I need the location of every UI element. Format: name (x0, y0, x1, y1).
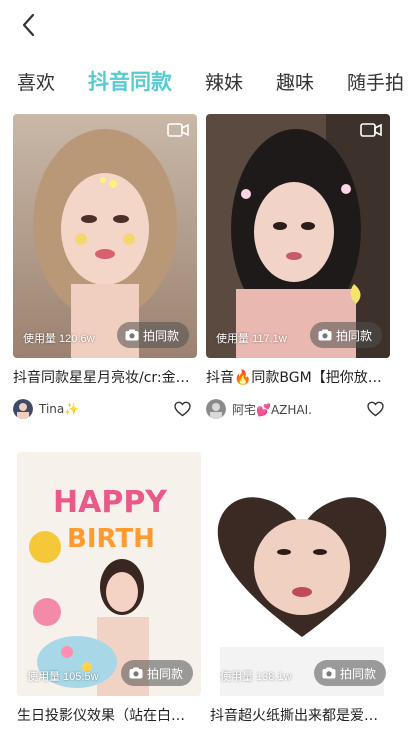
tab-fun[interactable]: 趣味 (276, 68, 314, 95)
card-title[interactable]: 抖音超火纸撕出来都是爱你… (210, 706, 390, 726)
author-name[interactable]: Tina✨ (39, 402, 79, 416)
card-title[interactable]: 抖音同款星星月亮妆/cr:金… (13, 368, 193, 388)
usage-count: 使用量 105.5w (27, 671, 99, 683)
video-thumbnail[interactable]: 使用量 120.6w 拍同款 (13, 114, 197, 358)
template-card[interactable]: 使用量 138.1w 拍同款 抖音超火纸撕出来都是爱你… (210, 452, 394, 726)
camera-icon (129, 667, 143, 679)
card-title[interactable]: 抖音🔥同款BGM【把你放… (206, 368, 386, 388)
template-card[interactable]: 使用量 117.1w 拍同款 抖音🔥同款BGM【把你放… 阿宅💕AZHAI. (206, 114, 390, 420)
tab-snapshot[interactable]: 随手拍 (347, 68, 404, 95)
video-camera-icon (167, 123, 189, 137)
shoot-same-label: 拍同款 (335, 328, 372, 343)
avatar[interactable] (206, 399, 226, 419)
shoot-same-button[interactable]: 拍同款 (309, 322, 382, 348)
top-bar (0, 0, 412, 52)
video-thumbnail[interactable]: 使用量 117.1w 拍同款 (206, 114, 390, 358)
tab-hot-girls[interactable]: 辣妹 (205, 68, 243, 95)
usage-count: 使用量 138.1w (220, 671, 292, 683)
category-tabs: 喜欢 抖音同款 辣妹 趣味 随手拍 (0, 60, 412, 104)
usage-count: 使用量 120.6w (23, 333, 95, 345)
shoot-same-label: 拍同款 (339, 666, 376, 681)
svg-text:BIRTH: BIRTH (67, 524, 155, 554)
svg-text:HAPPY: HAPPY (53, 485, 168, 520)
video-camera-icon (360, 123, 382, 137)
tab-likes[interactable]: 喜欢 (17, 68, 55, 95)
heart-icon[interactable] (174, 401, 191, 417)
camera-icon (322, 667, 336, 679)
usage-count: 使用量 117.1w (216, 333, 287, 345)
camera-icon (125, 329, 139, 341)
shoot-same-button[interactable]: 拍同款 (116, 322, 189, 348)
shoot-same-button[interactable]: 拍同款 (313, 660, 386, 686)
back-button[interactable] (14, 10, 44, 40)
card-meta: Tina✨ (13, 398, 197, 420)
shoot-same-label: 拍同款 (142, 328, 179, 343)
chevron-left-icon (22, 13, 35, 37)
camera-icon (318, 329, 332, 341)
template-card[interactable]: HAPPY BIRTH 使用量 105.5w 拍同款 生日投影仪效果（站在白墙… (17, 452, 201, 726)
author-name[interactable]: 阿宅💕AZHAI. (232, 401, 312, 418)
video-thumbnail[interactable]: HAPPY BIRTH 使用量 105.5w 拍同款 (17, 452, 201, 696)
shoot-same-button[interactable]: 拍同款 (120, 660, 193, 686)
video-thumbnail[interactable]: 使用量 138.1w 拍同款 (210, 452, 394, 696)
avatar[interactable] (13, 399, 33, 419)
heart-icon[interactable] (367, 401, 384, 417)
card-title[interactable]: 生日投影仪效果（站在白墙… (17, 706, 197, 726)
shoot-same-label: 拍同款 (146, 666, 183, 681)
template-card[interactable]: 使用量 120.6w 拍同款 抖音同款星星月亮妆/cr:金… Tina✨ (13, 114, 197, 420)
tab-douyin-same[interactable]: 抖音同款 (88, 66, 172, 96)
card-meta: 阿宅💕AZHAI. (206, 398, 390, 420)
